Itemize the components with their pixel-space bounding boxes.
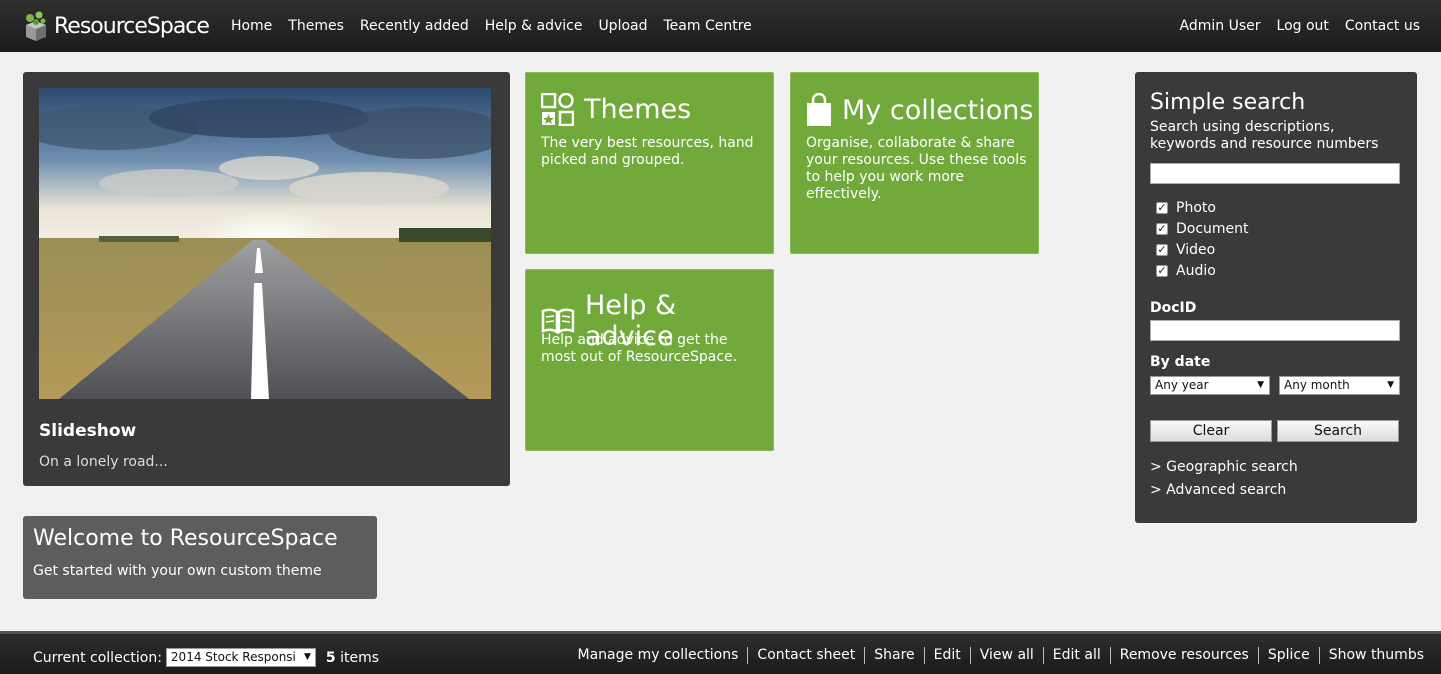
themes-tile-description: The very best resources, hand picked and… <box>541 135 754 168</box>
collection-dropdown-arrow-icon: ▼ <box>302 649 311 666</box>
slideshow-caption: On a lonely road... <box>39 454 168 470</box>
clear-button[interactable]: Clear <box>1150 420 1272 442</box>
video-label: Video <box>1176 242 1216 258</box>
main-nav: Home Themes Recently added Help & advice… <box>231 18 768 34</box>
nav-team-centre[interactable]: Team Centre <box>664 18 752 34</box>
top-header: ResourceSpace Home Themes Recently added… <box>0 0 1441 52</box>
nav-home[interactable]: Home <box>231 18 272 34</box>
year-select-value: Any year <box>1155 378 1209 392</box>
by-date-label: By date <box>1150 354 1211 370</box>
document-checkbox[interactable]: ✓ <box>1156 223 1168 235</box>
type-document-row[interactable]: ✓ Document <box>1156 221 1249 237</box>
collection-actions: Manage my collections Contact sheet Shar… <box>569 647 1424 664</box>
edit-all-link[interactable]: Edit all <box>1042 647 1110 664</box>
view-all-link[interactable]: View all <box>969 647 1043 664</box>
themes-tile[interactable]: Themes The very best resources, hand pic… <box>525 72 774 254</box>
docid-label: DocID <box>1150 300 1197 316</box>
show-thumbs-link[interactable]: Show thumbs <box>1318 647 1424 664</box>
type-video-row[interactable]: ✓ Video <box>1156 242 1215 258</box>
road-landscape-image <box>39 88 491 399</box>
my-collections-tile-header: My collections <box>806 93 1033 127</box>
nav-upload[interactable]: Upload <box>598 18 647 34</box>
document-label: Document <box>1176 221 1249 237</box>
my-collections-tile[interactable]: My collections Organise, collaborate & s… <box>790 72 1039 254</box>
user-nav: Admin User Log out Contact us <box>1164 0 1420 52</box>
photo-checkbox[interactable]: ✓ <box>1156 202 1168 214</box>
logo-text: ResourceSpace <box>54 13 210 39</box>
year-dropdown-arrow-icon: ▼ <box>1257 380 1264 390</box>
welcome-subtitle: Get started with your own custom theme <box>33 563 322 579</box>
contact-sheet-link[interactable]: Contact sheet <box>747 647 864 664</box>
welcome-panel[interactable]: Welcome to ResourceSpace Get started wit… <box>23 516 377 599</box>
logout-link[interactable]: Log out <box>1277 18 1329 34</box>
month-select-value: Any month <box>1284 378 1350 392</box>
year-select[interactable]: Any year ▼ <box>1150 376 1270 395</box>
month-select[interactable]: Any month ▼ <box>1279 376 1400 395</box>
remove-resources-link[interactable]: Remove resources <box>1109 647 1258 664</box>
help-advice-tile[interactable]: Help & advice Help and advice to get the… <box>525 269 774 451</box>
collection-bar: Current collection: 2014 Stock Responsi … <box>0 631 1441 674</box>
my-collections-tile-description: Organise, collaborate & share your resou… <box>806 135 1027 202</box>
open-book-icon <box>541 308 575 334</box>
slideshow-image[interactable] <box>39 88 491 399</box>
month-dropdown-arrow-icon: ▼ <box>1387 380 1394 390</box>
nav-recently-added[interactable]: Recently added <box>360 18 469 34</box>
current-collection-select[interactable]: 2014 Stock Responsi ▼ <box>165 648 316 667</box>
nav-help-advice[interactable]: Help & advice <box>485 18 583 34</box>
current-collection: Current collection: 2014 Stock Responsi … <box>33 648 379 667</box>
audio-label: Audio <box>1176 263 1216 279</box>
items-label: items <box>340 649 380 666</box>
docid-input[interactable] <box>1150 320 1400 341</box>
help-advice-tile-description: Help and advice to get the most out of R… <box>541 332 738 365</box>
video-checkbox[interactable]: ✓ <box>1156 244 1168 256</box>
welcome-title: Welcome to ResourceSpace <box>33 526 338 551</box>
user-account-link[interactable]: Admin User <box>1180 18 1261 34</box>
slideshow-title: Slideshow <box>39 421 137 441</box>
my-collections-tile-title: My collections <box>842 94 1034 126</box>
simple-search-title: Simple search <box>1150 90 1306 115</box>
shopping-bag-icon <box>807 93 831 126</box>
photo-label: Photo <box>1176 200 1216 216</box>
simple-search-panel: Simple search Search using descriptions,… <box>1135 72 1417 523</box>
geographic-search-link[interactable]: > Geographic search <box>1150 459 1298 475</box>
slideshow-panel: Slideshow On a lonely road... <box>23 72 510 486</box>
logo[interactable]: ResourceSpace <box>22 0 210 52</box>
simple-search-description: Search using descriptions, keywords and … <box>1150 119 1379 152</box>
themes-grid-icon <box>541 93 574 126</box>
current-collection-value: 2014 Stock Responsi <box>170 650 296 664</box>
current-collection-label: Current collection: <box>33 649 162 666</box>
search-keywords-input[interactable] <box>1150 163 1400 184</box>
item-count-number: 5 <box>325 649 336 666</box>
share-link[interactable]: Share <box>864 647 923 664</box>
themes-tile-header: Themes <box>541 93 691 126</box>
contact-link[interactable]: Contact us <box>1345 18 1420 34</box>
type-photo-row[interactable]: ✓ Photo <box>1156 200 1216 216</box>
nav-themes[interactable]: Themes <box>288 18 344 34</box>
edit-link[interactable]: Edit <box>923 647 970 664</box>
audio-checkbox[interactable]: ✓ <box>1156 265 1168 277</box>
advanced-search-link[interactable]: > Advanced search <box>1150 482 1286 498</box>
manage-collections-link[interactable]: Manage my collections <box>569 647 748 664</box>
themes-tile-title: Themes <box>584 94 692 125</box>
collection-item-count: 5 items <box>326 650 379 666</box>
logo-cube-icon <box>26 11 46 41</box>
search-button[interactable]: Search <box>1277 420 1399 442</box>
splice-link[interactable]: Splice <box>1257 647 1319 664</box>
type-audio-row[interactable]: ✓ Audio <box>1156 263 1216 279</box>
